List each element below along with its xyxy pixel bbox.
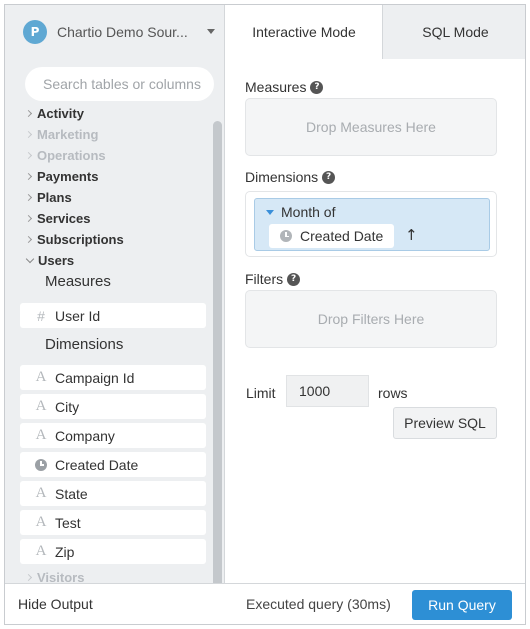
chevron-right-icon: [24, 193, 33, 201]
sidebar-scrollbar[interactable]: [213, 121, 222, 583]
dimensions-label: Dimensions?: [245, 169, 336, 185]
field-created-date[interactable]: Created Date: [20, 452, 206, 477]
help-icon[interactable]: ?: [310, 80, 324, 94]
table-users[interactable]: Users: [25, 250, 75, 270]
filters-label-text: Filters: [245, 271, 284, 287]
filters-dropzone-text: Drop Filters Here: [317, 311, 425, 327]
chevron-down-icon: [25, 254, 35, 263]
datasource-selector[interactable]: P Chartio Demo Sour...: [5, 5, 224, 59]
sort-ascending-icon[interactable]: ↑: [405, 226, 418, 244]
text-type-icon: A: [35, 514, 47, 530]
table-plans[interactable]: Plans: [24, 187, 72, 207]
help-icon[interactable]: ?: [322, 170, 336, 184]
limit-input[interactable]: [286, 375, 369, 407]
table-marketing[interactable]: Marketing: [24, 124, 99, 144]
field-label: Created Date: [55, 456, 139, 473]
query-builder: P Chartio Demo Sour... Activity Marketin…: [4, 4, 526, 625]
query-status: Executed query (30ms): [246, 596, 391, 612]
run-query-button[interactable]: Run Query: [412, 590, 512, 620]
dimensions-heading: Dimensions: [45, 336, 124, 353]
field-label: Company: [55, 427, 115, 444]
help-icon[interactable]: ?: [287, 272, 301, 286]
field-label: Campaign Id: [55, 369, 135, 386]
chevron-right-icon: [24, 109, 33, 117]
number-type-icon: #: [37, 307, 45, 324]
text-type-icon: A: [35, 543, 47, 559]
field-campaign-id[interactable]: A Campaign Id: [20, 365, 206, 390]
field-zip[interactable]: A Zip: [20, 539, 206, 564]
schema-sidebar: P Chartio Demo Sour... Activity Marketin…: [5, 5, 225, 583]
table-label: Users: [38, 252, 75, 268]
measures-dropzone-text: Drop Measures Here: [306, 119, 436, 135]
field-label: User Id: [55, 307, 101, 324]
table-label: Plans: [37, 189, 72, 205]
datasource-logo: P: [23, 20, 47, 44]
hide-output-toggle[interactable]: Hide Output: [18, 596, 93, 612]
field-state[interactable]: A State: [20, 481, 206, 506]
text-type-icon: A: [35, 369, 47, 385]
datasource-logo-letter: P: [30, 25, 40, 39]
caret-down-icon: [266, 209, 274, 215]
tab-sql-mode[interactable]: SQL Mode: [384, 5, 525, 59]
chevron-right-icon: [24, 172, 33, 180]
clock-icon: [280, 230, 292, 242]
field-city[interactable]: A City: [20, 394, 206, 419]
table-label: Operations: [37, 147, 106, 163]
filters-label: Filters?: [245, 271, 301, 287]
table-visitors[interactable]: Visitors: [24, 567, 85, 584]
field-label: Test: [55, 514, 81, 531]
chevron-right-icon: [24, 151, 33, 159]
measures-heading: Measures: [45, 273, 111, 290]
datasource-name: Chartio Demo Sour...: [57, 24, 188, 40]
chevron-right-icon: [24, 573, 33, 581]
table-payments[interactable]: Payments: [24, 166, 99, 186]
dimension-aggregation: Month of: [281, 204, 336, 220]
table-label: Marketing: [37, 126, 99, 142]
table-label: Services: [37, 210, 91, 226]
tab-interactive-mode[interactable]: Interactive Mode: [226, 5, 383, 59]
dimension-pill[interactable]: Month of Created Date ↑: [254, 198, 490, 251]
field-label: State: [55, 485, 88, 502]
dimension-field-label: Created Date: [300, 228, 384, 244]
table-services[interactable]: Services: [24, 208, 91, 228]
dimensions-label-text: Dimensions: [245, 169, 319, 185]
search-input[interactable]: [25, 67, 214, 101]
text-type-icon: A: [35, 485, 47, 501]
field-test[interactable]: A Test: [20, 510, 206, 535]
table-label: Activity: [37, 105, 84, 121]
caret-down-icon: [207, 29, 215, 34]
limit-label: Limit: [246, 385, 276, 401]
chevron-right-icon: [24, 130, 33, 138]
chevron-right-icon: [24, 214, 33, 222]
measures-label-text: Measures: [245, 79, 307, 95]
dimension-pill-title[interactable]: Month of: [266, 204, 335, 220]
preview-sql-button[interactable]: Preview SQL: [393, 407, 497, 439]
measures-label: Measures?: [245, 79, 324, 95]
table-label: Subscriptions: [37, 231, 124, 247]
field-company[interactable]: A Company: [20, 423, 206, 448]
mode-tabs: Interactive Mode SQL Mode: [226, 5, 525, 59]
filters-dropzone[interactable]: Drop Filters Here: [245, 290, 497, 348]
field-label: City: [55, 398, 80, 415]
table-label: Payments: [37, 168, 99, 184]
field-user-id[interactable]: # User Id: [20, 303, 206, 328]
dimensions-dropzone[interactable]: Month of Created Date ↑: [245, 191, 497, 257]
footer-bar: Hide Output Executed query (30ms) Run Qu…: [5, 583, 525, 624]
rows-label: rows: [378, 385, 408, 401]
text-type-icon: A: [35, 398, 47, 414]
text-type-icon: A: [35, 427, 47, 443]
dimension-field-chip[interactable]: Created Date: [269, 224, 394, 248]
measures-dropzone[interactable]: Drop Measures Here: [245, 98, 497, 156]
chevron-right-icon: [24, 235, 33, 243]
table-label: Visitors: [37, 569, 85, 584]
table-operations[interactable]: Operations: [24, 145, 106, 165]
table-subscriptions[interactable]: Subscriptions: [24, 229, 124, 249]
clock-icon: [35, 458, 47, 471]
table-activity[interactable]: Activity: [24, 103, 84, 123]
field-label: Zip: [55, 543, 75, 560]
